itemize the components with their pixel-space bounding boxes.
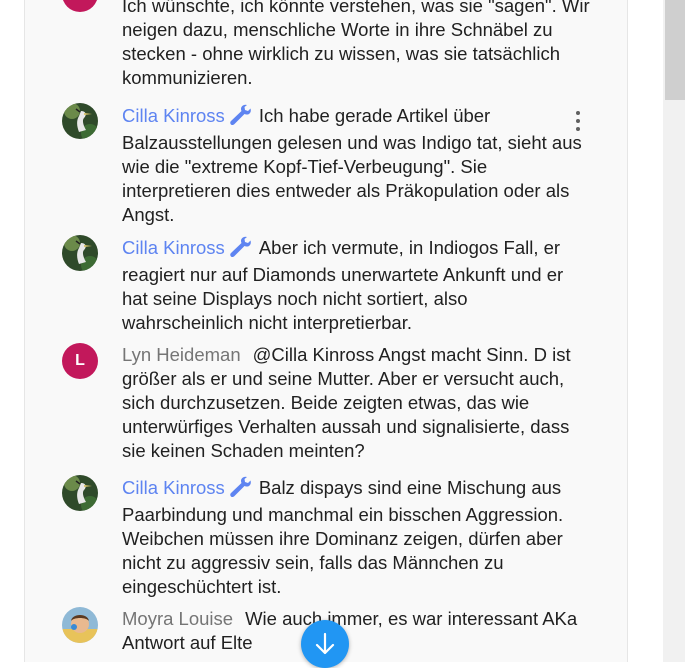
wrench-icon [227,235,251,263]
chat-message: Cilla Kinross Aber ich vermute, in Indiog… [25,235,592,335]
more-dot [576,111,580,115]
author-name[interactable]: Cilla Kinross [122,477,225,498]
scroll-to-bottom-button[interactable] [301,620,349,668]
wrench-icon [227,103,251,131]
author-name[interactable]: Lyn Heideman [122,344,241,365]
more-options-button[interactable] [568,106,588,136]
message-text: Ich wünschte, ich könnte verstehen, was … [122,0,590,88]
chat-message: Cilla Kinross Balz dispays sind eine Misc… [25,475,592,599]
more-dot [576,119,580,123]
wrench-icon [227,475,251,503]
arrow-down-icon [315,632,335,655]
chat-message: Ich wünschte, ich könnte verstehen, was … [25,0,592,90]
chat-panel: Ich wünschte, ich könnte verstehen, was … [24,0,628,662]
author-name[interactable]: Cilla Kinross [122,237,225,258]
more-dot [576,127,580,131]
chat-message: Cilla Kinross Ich habe gerade Artikel übe… [25,103,592,227]
chat-message: Lyn Heideman @Cilla Kinross Angst macht S… [25,343,592,463]
page-scrollbar-thumb[interactable] [665,0,685,100]
author-name[interactable]: Cilla Kinross [122,105,225,126]
author-name[interactable]: Moyra Louise [122,608,233,629]
